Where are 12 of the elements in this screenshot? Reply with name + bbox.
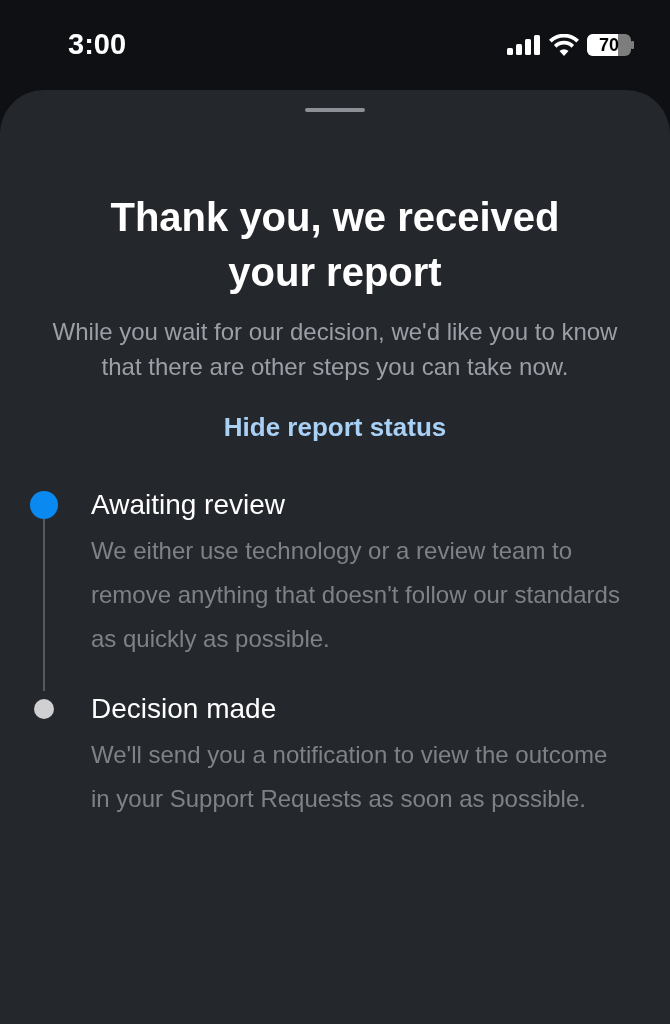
sheet-title: Thank you, we received your report	[109, 194, 561, 296]
clock-time: 3:00	[68, 27, 127, 63]
wifi-icon	[549, 34, 579, 56]
hide-status-link[interactable]: Hide report status	[223, 408, 447, 447]
signal-icon	[507, 35, 541, 55]
drag-handle[interactable]	[305, 108, 365, 112]
step-description: We'll send you a notification to view the outcome in your Support Requests as soon as possible.	[91, 740, 609, 814]
sheet-subtitle: While you wait for our decision, we'd like you to know that there are other steps you can take now.	[51, 317, 619, 382]
step-title: Decision made	[91, 692, 278, 726]
step-title: Awaiting review	[91, 488, 287, 522]
step-description: We either use technology or a review team to remove anything that doesn't follow our standards as quickly as possible.	[91, 536, 620, 654]
battery-icon: 70	[587, 34, 634, 56]
